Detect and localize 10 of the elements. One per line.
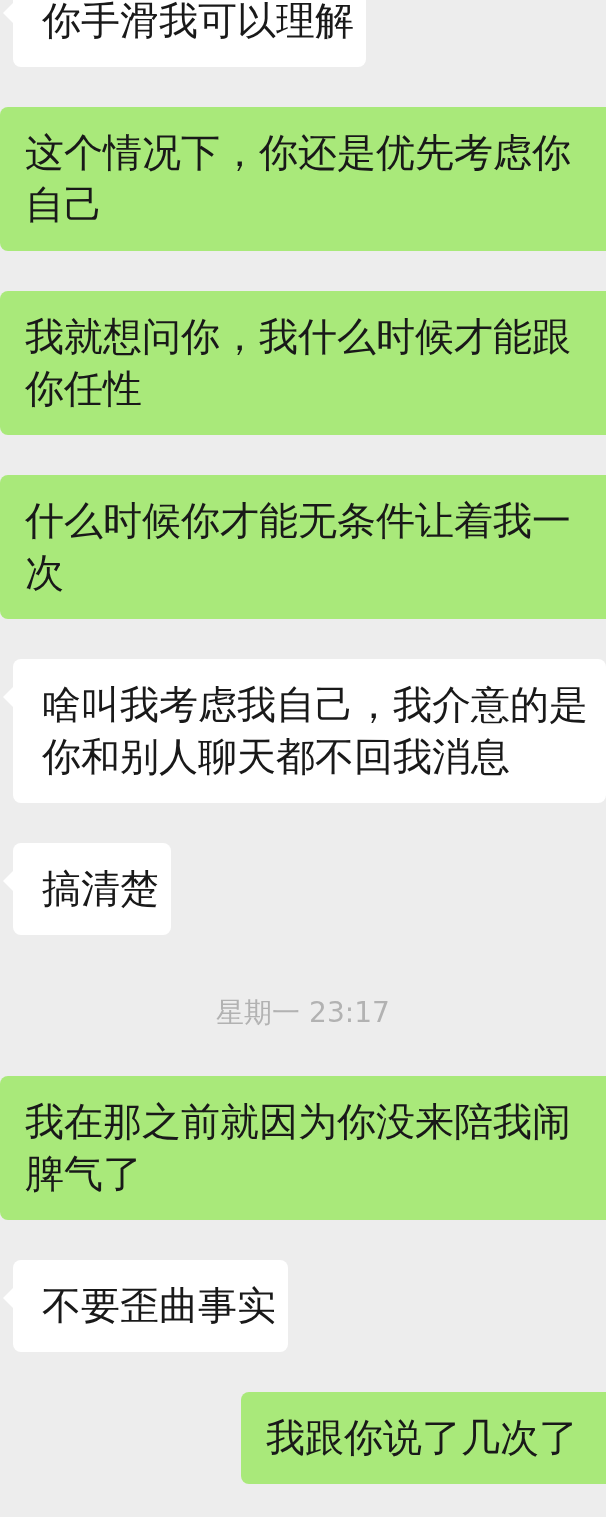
sent-message-bubble: 我就想问你，我什么时候才能跟你任性	[0, 291, 606, 435]
received-message-bubble: 不要歪曲事实	[13, 1260, 288, 1352]
received-message-bubble: 啥叫我考虑我自己，我介意的是你和别人聊天都不回我消息	[13, 659, 606, 803]
sent-message-bubble: 这个情况下，你还是优先考虑你自己	[0, 107, 606, 251]
sent-message-bubble: 我跟你说了几次了	[241, 1392, 606, 1484]
sent-message-bubble: 什么时候你才能无条件让着我一次	[0, 475, 606, 619]
timestamp: 星期一 23:17	[216, 995, 390, 1031]
sent-message-bubble: 我在那之前就因为你没来陪我闹脾气了	[0, 1076, 606, 1220]
received-message-bubble: 搞清楚	[13, 843, 171, 935]
received-message-bubble: 你手滑我可以理解	[13, 0, 366, 67]
